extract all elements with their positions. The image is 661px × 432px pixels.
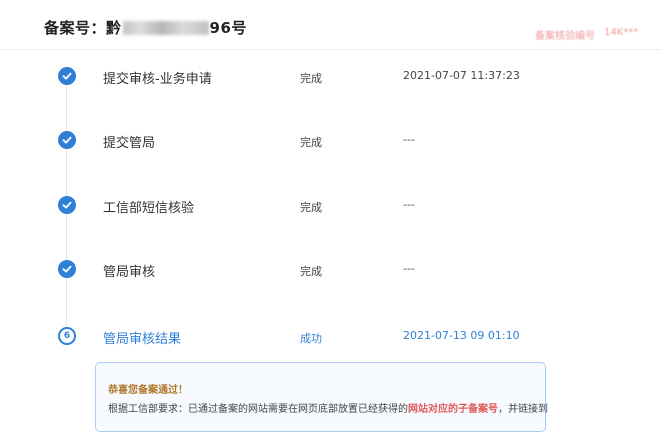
record-number: 备案号：黔 96号	[44, 17, 247, 38]
step-status: 成功	[300, 332, 322, 345]
step-status: 完成	[300, 201, 322, 214]
step-time: ---	[403, 262, 415, 275]
verify-code-link[interactable]: 备案核验编号	[535, 27, 595, 42]
step-time: ---	[403, 198, 415, 211]
step-status: 完成	[300, 72, 322, 85]
page-header: 备案号：黔 96号 备案核验编号 14K***	[0, 0, 661, 50]
timeline-connector	[66, 278, 67, 327]
check-icon	[58, 67, 76, 85]
timeline-step: 提交管局 完成 ---	[0, 131, 661, 155]
notice-body-text: 根据工信部要求：已通过备案的网站需要在网页底部放置已经获得的	[108, 404, 408, 415]
record-number-prefix: 黔	[106, 19, 122, 37]
check-icon	[58, 196, 76, 214]
step-name: 提交管局	[103, 136, 156, 151]
step-status: 完成	[300, 265, 322, 278]
step-name: 工信部短信核验	[103, 201, 195, 216]
notice-highlight: 网站对应的子备案号	[408, 404, 498, 415]
step-name: 管局审核	[103, 265, 156, 280]
timeline-connector	[66, 85, 67, 133]
notice-body-tail: ，并链接到	[498, 404, 548, 415]
redacted-blur	[122, 21, 209, 35]
timeline-connector	[66, 214, 67, 262]
step-name: 提交审核-业务申请	[103, 72, 212, 87]
timeline-step: 工信部短信核验 完成 ---	[0, 196, 661, 220]
timeline-step: 管局审核 完成 ---	[0, 260, 661, 284]
timeline-connector	[66, 149, 67, 198]
step-name: 管局审核结果	[103, 332, 182, 347]
step-number-icon: 6	[58, 327, 76, 345]
check-icon	[58, 131, 76, 149]
notice-title: 恭喜您备案通过！	[108, 385, 188, 396]
header-divider	[0, 49, 661, 50]
step-time: 2021-07-13 09 01:10	[403, 329, 520, 342]
step-status: 完成	[300, 136, 322, 149]
record-number-label: 备案号：	[44, 19, 107, 37]
step-time: 2021-07-07 11:37:23	[403, 69, 520, 82]
verify-code-value: 14K***	[604, 27, 639, 38]
timeline-step: 提交审核-业务申请 完成 2021-07-07 11:37:23	[0, 67, 661, 91]
check-icon	[58, 260, 76, 278]
timeline-step-current: 6 管局审核结果 成功 2021-07-13 09 01:10	[0, 327, 661, 351]
record-number-suffix: 96号	[209, 19, 247, 37]
success-notice: 恭喜您备案通过！ 根据工信部要求：已通过备案的网站需要在网页底部放置已经获得的网…	[95, 362, 548, 432]
step-time: ---	[403, 133, 415, 146]
